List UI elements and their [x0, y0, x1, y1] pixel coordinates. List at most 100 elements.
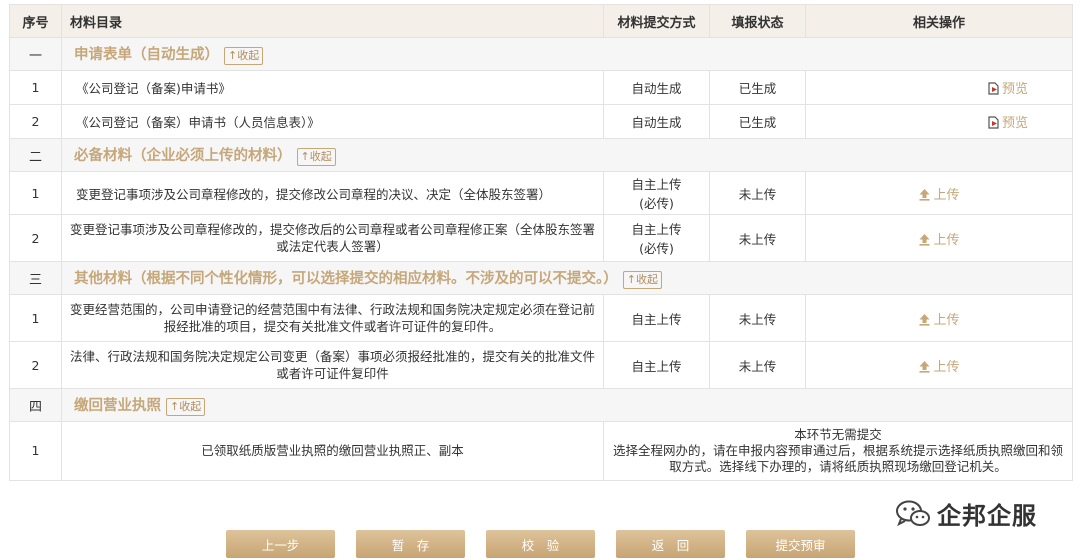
materials-table: 序号 材料目录 材料提交方式 填报状态 相关操作 一 申请表单（自动生成） ↑收起…	[9, 4, 1073, 481]
table-row: 1 《公司登记（备案)申请书》 自动生成 已生成 预览	[9, 70, 1073, 105]
preview-link[interactable]: 预览	[987, 112, 1028, 131]
row-status: 未上传	[709, 294, 806, 342]
upload-link[interactable]: 上传	[918, 359, 960, 375]
section-no: 一	[9, 37, 62, 71]
save-draft-button[interactable]: 暂 存	[356, 530, 465, 558]
upload-arrow-icon	[919, 188, 930, 201]
row-no: 1	[9, 421, 62, 481]
header-action: 相关操作	[805, 4, 1073, 38]
collapse-toggle[interactable]: ↑收起	[296, 148, 336, 166]
upload-arrow-icon	[919, 313, 930, 326]
row-no: 2	[9, 341, 62, 389]
row-action-cell: 上传	[805, 171, 1073, 215]
section-title-cell: 申请表单（自动生成） ↑收起	[61, 37, 1073, 71]
row-name: 变更经营范围的，公司申请登记的经营范围中有法律、行政法规和国务院决定规定必须在登…	[61, 294, 604, 342]
upload-link[interactable]: 上传	[918, 312, 960, 328]
collapse-toggle[interactable]: ↑收起	[166, 398, 206, 416]
section-no: 二	[9, 138, 62, 172]
header-name: 材料目录	[61, 4, 604, 38]
section-row-return-license: 四 缴回营业执照 ↑收起	[9, 388, 1073, 422]
row-method: 自主上传 (必传)	[603, 171, 710, 215]
section-row-application-forms: 一 申请表单（自动生成） ↑收起	[9, 37, 1073, 71]
section-title-cell: 必备材料（企业必须上传的材料） ↑收起	[61, 138, 1073, 172]
table-row: 2 变更登记事项涉及公司章程修改的，提交修改后的公司章程或者公司章程修正案（全体…	[9, 214, 1073, 262]
table-row: 2 法律、行政法规和国务院决定规定公司变更（备案）事项必须报经批准的，提交有关的…	[9, 341, 1073, 389]
upload-label: 上传	[933, 232, 960, 248]
upload-arrow-icon	[919, 233, 930, 246]
preview-label: 预览	[1001, 116, 1028, 131]
row-method: 自动生成	[603, 70, 710, 105]
row-name: 变更登记事项涉及公司章程修改的，提交修改后的公司章程或者公司章程修正案（全体股东…	[61, 214, 604, 262]
row-method: 自主上传	[603, 294, 710, 342]
section-title-cell: 其他材料（根据不同个性化情形，可以选择提交的相应材料。不涉及的可以不提交。） ↑收…	[61, 261, 1073, 295]
prev-step-button[interactable]: 上一步	[226, 530, 335, 558]
row-name: 《公司登记（备案）申请书（人员信息表）》	[61, 104, 604, 139]
watermark: 企邦企服	[895, 496, 1037, 531]
row-name: 《公司登记（备案)申请书》	[61, 70, 604, 105]
row-no: 1	[9, 294, 62, 342]
upload-arrow-icon	[919, 360, 930, 373]
action-button-bar: 上一步 暂 存 校 验 返 回 提交预审	[226, 530, 855, 558]
row-note-cell: 本环节无需提交 选择全程网办的，请在申报内容预审通过后，根据系统提示选择纸质执照…	[603, 421, 1073, 481]
back-button[interactable]: 返 回	[616, 530, 725, 558]
collapse-toggle[interactable]: ↑收起	[622, 271, 662, 289]
method-line2: (必传)	[639, 241, 674, 256]
watermark-text: 企邦企服	[937, 502, 1037, 530]
section-title: 申请表单（自动生成）	[74, 47, 219, 63]
upload-link[interactable]: 上传	[918, 187, 960, 203]
section-no: 四	[9, 388, 62, 422]
header-no: 序号	[9, 4, 62, 38]
preview-doc-icon	[988, 82, 999, 95]
section-row-required-materials: 二 必备材料（企业必须上传的材料） ↑收起	[9, 138, 1073, 172]
section-title: 其他材料（根据不同个性化情形，可以选择提交的相应材料。不涉及的可以不提交。）	[74, 271, 618, 287]
collapse-toggle[interactable]: ↑收起	[224, 47, 264, 65]
row-status: 已生成	[709, 104, 806, 139]
note-text: 选择全程网办的，请在申报内容预审通过后，根据系统提示选择纸质执照缴回和领取方式。…	[612, 443, 1063, 474]
table-header-row: 序号 材料目录 材料提交方式 填报状态 相关操作	[9, 4, 1073, 38]
note-title: 本环节无需提交	[794, 427, 882, 442]
section-no: 三	[9, 261, 62, 295]
table-row: 1 已领取纸质版营业执照的缴回营业执照正、副本 本环节无需提交 选择全程网办的，…	[9, 421, 1073, 481]
section-title-cell: 缴回营业执照 ↑收起	[61, 388, 1073, 422]
row-action-cell: 预览	[805, 104, 1073, 139]
row-no: 1	[9, 70, 62, 105]
row-name: 变更登记事项涉及公司章程修改的，提交修改公司章程的决议、决定（全体股东签署）	[61, 171, 604, 215]
upload-label: 上传	[933, 359, 960, 375]
row-name: 法律、行政法规和国务院决定规定公司变更（备案）事项必须报经批准的，提交有关的批准…	[61, 341, 604, 389]
row-no: 1	[9, 171, 62, 215]
table-row: 1 变更登记事项涉及公司章程修改的，提交修改公司章程的决议、决定（全体股东签署）…	[9, 171, 1073, 215]
section-title: 缴回营业执照	[74, 398, 161, 414]
upload-link[interactable]: 上传	[918, 232, 960, 248]
row-action-cell: 上传	[805, 214, 1073, 262]
upload-label: 上传	[933, 187, 960, 203]
method-line1: 自主上传	[631, 177, 682, 192]
row-action-cell: 预览	[805, 70, 1073, 105]
method-line2: (必传)	[639, 196, 674, 211]
upload-label: 上传	[933, 312, 960, 328]
row-status: 未上传	[709, 214, 806, 262]
preview-link[interactable]: 预览	[987, 78, 1028, 97]
table-row: 2 《公司登记（备案）申请书（人员信息表）》 自动生成 已生成 预览	[9, 104, 1073, 139]
row-action-cell: 上传	[805, 341, 1073, 389]
row-name: 已领取纸质版营业执照的缴回营业执照正、副本	[61, 421, 604, 481]
row-no: 2	[9, 104, 62, 139]
preview-label: 预览	[1001, 82, 1028, 97]
section-title: 必备材料（企业必须上传的材料）	[74, 148, 292, 164]
row-status: 未上传	[709, 171, 806, 215]
row-action-cell: 上传	[805, 294, 1073, 342]
preview-doc-icon	[988, 116, 999, 129]
validate-button[interactable]: 校 验	[486, 530, 595, 558]
submit-review-button[interactable]: 提交预审	[746, 530, 855, 558]
row-method: 自主上传 (必传)	[603, 214, 710, 262]
row-method: 自主上传	[603, 341, 710, 389]
table-row: 1 变更经营范围的，公司申请登记的经营范围中有法律、行政法规和国务院决定规定必须…	[9, 294, 1073, 342]
header-status: 填报状态	[709, 4, 806, 38]
section-row-other-materials: 三 其他材料（根据不同个性化情形，可以选择提交的相应材料。不涉及的可以不提交。）…	[9, 261, 1073, 295]
row-status: 已生成	[709, 70, 806, 105]
header-method: 材料提交方式	[603, 4, 710, 38]
wechat-icon	[896, 500, 930, 526]
row-method: 自动生成	[603, 104, 710, 139]
method-line1: 自主上传	[631, 222, 682, 237]
row-no: 2	[9, 214, 62, 262]
row-status: 未上传	[709, 341, 806, 389]
